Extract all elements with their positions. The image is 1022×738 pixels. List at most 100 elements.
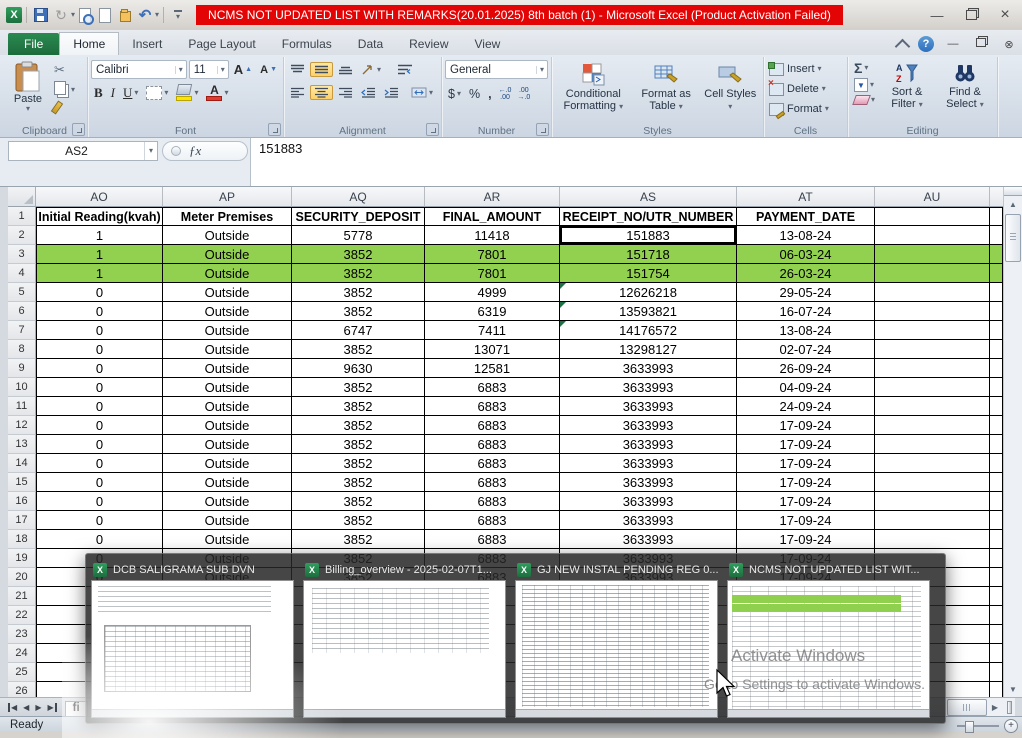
- cell-AT9[interactable]: 26-09-24: [737, 359, 875, 378]
- cell-AR10[interactable]: 6883: [425, 378, 560, 397]
- cell-AO3[interactable]: 1: [36, 245, 163, 264]
- row-header-6[interactable]: 6: [8, 302, 36, 321]
- decrease-indent-button[interactable]: [358, 86, 379, 99]
- cell-AS5[interactable]: 12626218: [560, 283, 737, 302]
- insert-function-button[interactable]: ƒx: [162, 141, 248, 161]
- cut-button[interactable]: ✂: [51, 61, 78, 79]
- cell-AT12[interactable]: 17-09-24: [737, 416, 875, 435]
- row-header-19[interactable]: 19: [8, 549, 36, 568]
- cell-partial-16[interactable]: [990, 492, 1003, 511]
- column-header-AT[interactable]: AT: [737, 187, 875, 207]
- preview-card-3-thumbnail[interactable]: [515, 580, 718, 718]
- cell-partial-17[interactable]: [990, 511, 1003, 530]
- row-header-8[interactable]: 8: [8, 340, 36, 359]
- cell-AO10[interactable]: 0: [36, 378, 163, 397]
- clipboard-dialog-launcher[interactable]: [72, 123, 85, 136]
- increase-indent-button[interactable]: [381, 86, 402, 99]
- cell-AO1[interactable]: Initial Reading(kvah): [36, 207, 163, 226]
- cell-AR6[interactable]: 6319: [425, 302, 560, 321]
- vertical-scrollbar[interactable]: ▲ ▼: [1003, 187, 1022, 697]
- cell-AQ10[interactable]: 3852: [292, 378, 425, 397]
- cell-AP8[interactable]: Outside: [163, 340, 292, 359]
- row-header-13[interactable]: 13: [8, 435, 36, 454]
- cell-styles-button[interactable]: Cell Styles ▾: [701, 59, 760, 124]
- cell-AQ12[interactable]: 3852: [292, 416, 425, 435]
- scroll-right-button[interactable]: ▶: [987, 703, 1003, 712]
- cell-partial-3[interactable]: [990, 245, 1003, 264]
- underline-button[interactable]: U▾: [120, 84, 141, 102]
- cell-AR13[interactable]: 6883: [425, 435, 560, 454]
- alignment-dialog-launcher[interactable]: [426, 123, 439, 136]
- cell-AO18[interactable]: 0: [36, 530, 163, 549]
- cell-AT6[interactable]: 16-07-24: [737, 302, 875, 321]
- cell-AS2[interactable]: 151883: [560, 226, 737, 245]
- cell-AP18[interactable]: Outside: [163, 530, 292, 549]
- row-header-21[interactable]: 21: [8, 587, 36, 606]
- row-header-26[interactable]: 26: [8, 682, 36, 697]
- cell-AT2[interactable]: 13-08-24: [737, 226, 875, 245]
- cell-AS17[interactable]: 3633993: [560, 511, 737, 530]
- cell-AS1[interactable]: RECEIPT_NO/UTR_NUMBER: [560, 207, 737, 226]
- horizontal-scroll-thumb[interactable]: [947, 699, 987, 716]
- collapse-ribbon-icon[interactable]: [895, 38, 911, 54]
- cell-AU15[interactable]: [875, 473, 990, 492]
- cell-AO4[interactable]: 1: [36, 264, 163, 283]
- undo-dropdown-caret[interactable]: ▾: [155, 11, 159, 19]
- vertical-split-handle[interactable]: [1004, 187, 1022, 196]
- cell-AU18[interactable]: [875, 530, 990, 549]
- cell-AQ13[interactable]: 3852: [292, 435, 425, 454]
- cell-AP9[interactable]: Outside: [163, 359, 292, 378]
- preview-card-1[interactable]: X DCB SALIGRAMA SUB DVN: [91, 559, 294, 718]
- tab-page-layout[interactable]: Page Layout: [175, 33, 268, 55]
- zoom-in-button[interactable]: +: [1004, 719, 1018, 733]
- cell-AO12[interactable]: 0: [36, 416, 163, 435]
- clear-button[interactable]: ▾: [851, 94, 878, 106]
- row-header-5[interactable]: 5: [8, 283, 36, 302]
- cell-AT4[interactable]: 26-03-24: [737, 264, 875, 283]
- row-header-16[interactable]: 16: [8, 492, 36, 511]
- preview-card-1-thumbnail[interactable]: [91, 580, 294, 718]
- cell-partial-7[interactable]: [990, 321, 1003, 340]
- cell-AT13[interactable]: 17-09-24: [737, 435, 875, 454]
- cell-AT1[interactable]: PAYMENT_DATE: [737, 207, 875, 226]
- align-bottom-button[interactable]: [335, 63, 356, 76]
- cell-AP7[interactable]: Outside: [163, 321, 292, 340]
- cell-AU6[interactable]: [875, 302, 990, 321]
- cell-AQ2[interactable]: 5778: [292, 226, 425, 245]
- row-header-24[interactable]: 24: [8, 644, 36, 663]
- cell-AS8[interactable]: 13298127: [560, 340, 737, 359]
- cell-partial-2[interactable]: [990, 226, 1003, 245]
- cell-AR17[interactable]: 6883: [425, 511, 560, 530]
- borders-button[interactable]: ▾: [143, 85, 171, 101]
- formula-input[interactable]: 151883: [250, 138, 1022, 186]
- decrease-decimal-button[interactable]: .00→.0: [515, 86, 532, 102]
- cell-AO17[interactable]: 0: [36, 511, 163, 530]
- vertical-scroll-thumb[interactable]: [1005, 214, 1021, 262]
- cell-AT7[interactable]: 13-08-24: [737, 321, 875, 340]
- cell-partial-23[interactable]: [990, 625, 1003, 644]
- open-button[interactable]: [115, 5, 135, 25]
- row-header-3[interactable]: 3: [8, 245, 36, 264]
- row-header-9[interactable]: 9: [8, 359, 36, 378]
- next-sheet-button[interactable]: ▶: [35, 703, 41, 712]
- find-select-button[interactable]: Find & Select ▾: [936, 59, 994, 124]
- row-header-11[interactable]: 11: [8, 397, 36, 416]
- cell-partial-5[interactable]: [990, 283, 1003, 302]
- name-box[interactable]: AS2 ▾: [8, 141, 158, 161]
- cell-AO9[interactable]: 0: [36, 359, 163, 378]
- number-dialog-launcher[interactable]: [536, 123, 549, 136]
- cell-AS14[interactable]: 3633993: [560, 454, 737, 473]
- cell-AS18[interactable]: 3633993: [560, 530, 737, 549]
- workbook-restore-button[interactable]: [972, 38, 990, 50]
- cell-AP2[interactable]: Outside: [163, 226, 292, 245]
- cell-AP12[interactable]: Outside: [163, 416, 292, 435]
- cell-AR5[interactable]: 4999: [425, 283, 560, 302]
- cell-AR4[interactable]: 7801: [425, 264, 560, 283]
- preview-card-2[interactable]: X Billing_overview - 2025-02-07T1...: [303, 559, 506, 718]
- cell-AQ1[interactable]: SECURITY_DEPOSIT: [292, 207, 425, 226]
- row-header-14[interactable]: 14: [8, 454, 36, 473]
- print-preview-button[interactable]: [75, 5, 95, 25]
- align-middle-button[interactable]: [310, 62, 333, 77]
- workbook-close-button[interactable]: ⊗: [1000, 38, 1018, 51]
- shrink-font-button[interactable]: A▼: [257, 63, 280, 77]
